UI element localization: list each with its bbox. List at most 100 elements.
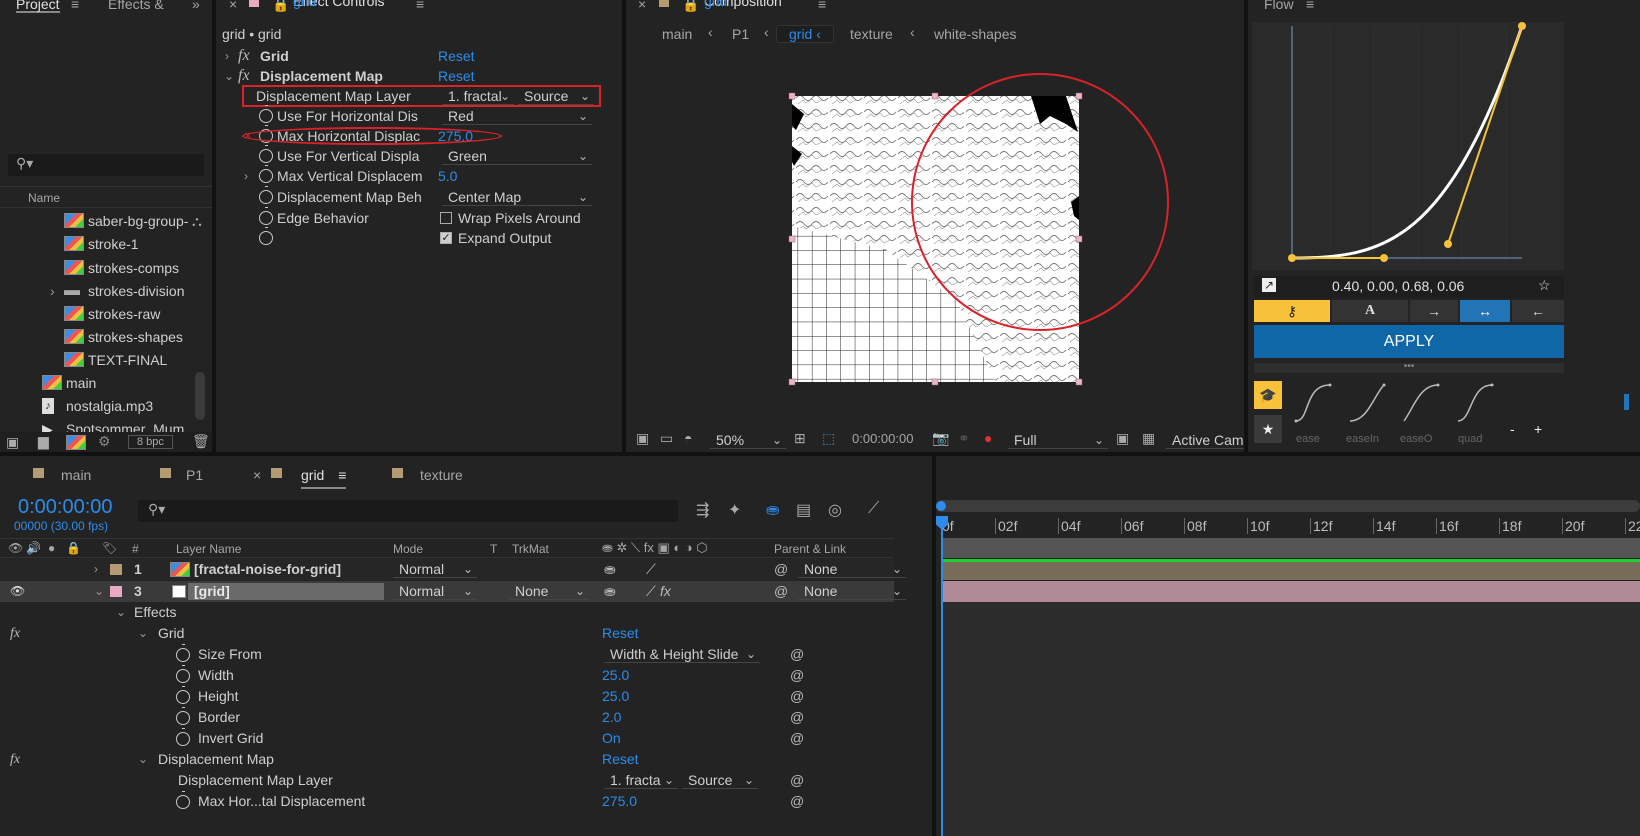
expression-icon[interactable]: @ — [790, 644, 804, 665]
camera-dropdown[interactable]: Active Came — [1166, 431, 1244, 449]
label-icon[interactable]: 🏷 — [102, 541, 117, 555]
expand-checkbox[interactable]: ✓ — [440, 232, 452, 244]
menu-icon[interactable]: ≡ — [416, 0, 424, 11]
fx-icon[interactable]: fx — [238, 46, 250, 66]
prop-invert[interactable]: Invert Grid On @ — [0, 728, 894, 749]
chevron-right-icon[interactable]: › — [225, 46, 229, 66]
timecode-display[interactable]: 0:00:00:00 — [852, 431, 913, 446]
draft-3d-icon[interactable]: ✦ — [728, 500, 741, 520]
effect-displacement-row[interactable]: ⌄ fx Displacement Map Reset — [216, 66, 622, 86]
project-item[interactable]: strokes-comps — [0, 257, 192, 279]
lock-icon[interactable]: 🔒 — [682, 0, 699, 11]
col-mode[interactable]: Mode — [393, 542, 423, 556]
stopwatch-icon[interactable] — [259, 227, 273, 245]
size-from-dropdown[interactable]: Width & Height Slide ⌄ — [604, 645, 760, 663]
region-icon[interactable]: ⬚ — [822, 430, 835, 447]
chevron-down-icon[interactable]: ⌄ — [94, 581, 104, 602]
stopwatch-icon[interactable] — [259, 105, 273, 123]
preset-ease[interactable] — [1290, 381, 1336, 427]
preset-quad[interactable] — [1452, 381, 1498, 427]
col-trkmat[interactable]: TrkMat — [512, 542, 549, 556]
trkmat-dropdown[interactable]: None ⌄ — [509, 582, 589, 600]
crumb-texture[interactable]: texture — [850, 26, 893, 42]
visibility-icon[interactable]: 👁 — [8, 541, 23, 555]
expression-icon[interactable]: @ — [790, 728, 804, 749]
map-layer-dropdown[interactable]: 1. fractal ⌄ — [442, 87, 514, 105]
collapse-switch-icon[interactable]: ⛂ — [604, 581, 616, 602]
solo-icon[interactable]: ● — [48, 541, 55, 555]
stopwatch-icon[interactable] — [259, 207, 273, 225]
menu-icon[interactable]: ≡ — [1306, 0, 1314, 11]
stopwatch-icon[interactable] — [176, 791, 190, 809]
disp-layer-dropdown[interactable]: 1. fracta ⌄ — [604, 771, 678, 789]
use-vertical-dropdown[interactable]: Green ⌄ — [442, 147, 592, 165]
stopwatch-icon[interactable] — [176, 686, 190, 704]
wrap-checkbox[interactable] — [440, 212, 452, 224]
prop-value[interactable]: 2.0 — [602, 707, 621, 728]
crumb-main[interactable]: main — [662, 26, 692, 42]
flow-scroll-thumb[interactable] — [1624, 394, 1629, 410]
stopwatch-icon[interactable] — [176, 728, 190, 746]
layer-search-input[interactable]: ⚲▾ — [138, 500, 678, 522]
project-item[interactable]: stroke-1 — [0, 233, 192, 255]
arrow-icon[interactable]: ↗ — [1262, 278, 1276, 292]
chevron-right-icon[interactable]: › — [244, 166, 248, 186]
chevron-right-icon[interactable]: › — [50, 280, 55, 302]
tab-grid[interactable]: grid ≡ — [301, 467, 347, 489]
audio-icon[interactable]: 🔊 — [26, 541, 41, 555]
snapshot-icon[interactable]: ▣ — [636, 430, 649, 447]
reset-link[interactable]: Reset — [602, 749, 639, 770]
star-icon[interactable]: ☆ — [1538, 277, 1551, 294]
prop-width[interactable]: Width 25.0 @ — [0, 665, 894, 686]
pickwhip-icon[interactable]: @ — [774, 581, 788, 602]
label-swatch[interactable] — [110, 564, 122, 575]
prop-behavior[interactable]: Displacement Map Beh Center Map ⌄ — [216, 186, 622, 207]
reset-link[interactable]: Reset — [438, 46, 475, 66]
project-item[interactable]: ▬ › strokes-division — [0, 280, 192, 302]
effects-group[interactable]: ⌄ Effects — [0, 602, 894, 623]
shy-icon[interactable]: ⛂ — [766, 500, 779, 520]
layer-name[interactable]: [fractal-noise-for-grid] — [194, 559, 341, 580]
monitor-icon[interactable]: ▭ — [660, 430, 673, 447]
trash-icon[interactable]: 🗑 — [192, 433, 210, 450]
stopwatch-icon[interactable] — [176, 665, 190, 683]
stopwatch-icon[interactable] — [259, 165, 273, 183]
parent-dropdown[interactable]: None ⌄ — [798, 560, 906, 578]
text-button[interactable]: A — [1332, 300, 1408, 322]
layer-row-selected[interactable]: 👁 ⌄ 3 [grid] Normal ⌄ None ⌄ ⛂ ⟋ fx @ None… — [0, 581, 906, 602]
fx-icon[interactable]: fx — [10, 623, 20, 644]
layer-name[interactable]: [grid] — [188, 583, 384, 600]
curve-graph[interactable] — [1252, 22, 1564, 270]
comp-flowchart-icon[interactable]: ⇶ — [696, 500, 709, 520]
project-item[interactable]: saber-bg-group- ⛬ — [0, 210, 202, 232]
close-icon[interactable]: × — [229, 0, 237, 11]
layer3-bar[interactable] — [942, 581, 1640, 602]
tab-texture[interactable]: texture — [420, 467, 463, 483]
favorites-icon[interactable]: ★ — [1254, 415, 1282, 443]
collapse-switch-icon[interactable]: ⛂ — [604, 559, 616, 580]
tab-effects[interactable]: Effects & — [108, 0, 164, 11]
stopwatch-icon[interactable] — [176, 707, 190, 725]
chevron-right-icon[interactable]: › — [94, 559, 98, 580]
close-icon[interactable]: × — [253, 467, 261, 483]
work-area-bar[interactable] — [942, 538, 1640, 558]
fx-icon[interactable]: fx — [238, 66, 250, 86]
folder-icon[interactable]: ▆ — [38, 433, 49, 450]
behavior-dropdown[interactable]: Center Map ⌄ — [442, 188, 592, 206]
lock-icon[interactable]: 🔒 — [272, 0, 289, 11]
key-button[interactable]: ⚷ — [1254, 300, 1330, 322]
zoom-in-button[interactable]: + — [1534, 421, 1542, 437]
expression-icon[interactable]: @ — [790, 665, 804, 686]
prop-expand[interactable]: ✓ Expand Output — [216, 227, 622, 248]
resolution-dropdown[interactable]: Full ⌄ — [1008, 431, 1108, 449]
prop-border[interactable]: Border 2.0 @ — [0, 707, 894, 728]
frame-blend-icon[interactable]: ▤ — [796, 500, 811, 520]
crumb-grid[interactable]: grid ‹ — [776, 25, 834, 43]
eye-icon[interactable]: 👁 — [10, 581, 25, 602]
grid-guides-icon[interactable]: ⊞ — [794, 430, 806, 447]
time-navigator[interactable] — [936, 500, 1640, 512]
mask-icon[interactable]: ◓ — [684, 430, 692, 446]
prop-value[interactable]: 25.0 — [602, 686, 629, 707]
channels-icon[interactable]: ● — [984, 430, 992, 446]
col-layer-name[interactable]: Layer Name — [176, 542, 241, 556]
